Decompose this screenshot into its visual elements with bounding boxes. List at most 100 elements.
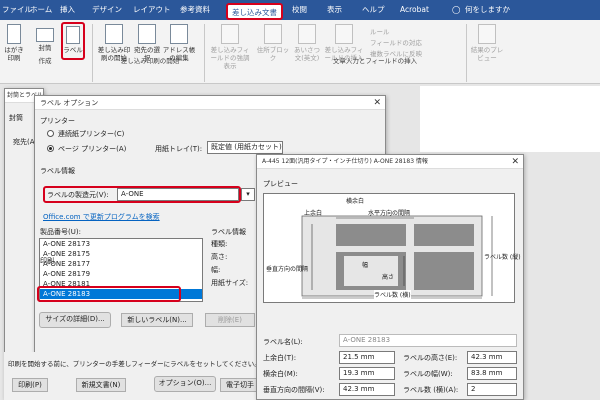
label-info-section: ラベル情報: [40, 167, 75, 175]
ribbon-tab-bar: ファイル ホーム 挿入 デザイン レイアウト 参考資料 差し込み文書 校閲 表示…: [0, 0, 600, 20]
label-name-label: ラベル名(L):: [263, 338, 303, 346]
postcard-icon: [7, 24, 21, 44]
close-icon[interactable]: ✕: [373, 96, 381, 110]
preview-results-label: 結果のプレビュー: [470, 46, 504, 62]
envelopes-dialog-footer: 印刷を開始する前に、プリンターの手差しフィーダーにラベルをセットしてください。 …: [4, 352, 261, 400]
print-button[interactable]: 印刷(P): [12, 378, 48, 392]
printer-section-label: プリンター: [40, 117, 75, 125]
tab-file[interactable]: ファイル: [2, 0, 32, 20]
match-fields-button[interactable]: フィールドの対応: [370, 37, 422, 47]
label-width-label: ラベルの幅(W):: [403, 370, 453, 378]
width-label: 幅:: [211, 266, 221, 274]
document-page: [420, 86, 600, 152]
selected-product-highlight: [37, 286, 181, 302]
new-label-button[interactable]: 新しいラベル(N)...: [121, 313, 193, 327]
diagram-top-margin: 上余白: [304, 210, 323, 217]
tab-design[interactable]: デザイン: [92, 0, 122, 20]
tab-insert[interactable]: 挿入: [60, 0, 75, 20]
labels-across-input[interactable]: 2: [467, 383, 517, 396]
delete-button[interactable]: 削除(E): [205, 313, 255, 327]
envelope-label: 封筒: [38, 44, 52, 52]
preview-label: プレビュー: [263, 180, 298, 188]
chevron-down-icon[interactable]: ▾: [241, 188, 255, 201]
group-separator: [92, 24, 93, 82]
tab-mailings[interactable]: 差し込み文書: [226, 3, 283, 20]
label-details-title: A-445 12面(汎用タイプ・インチ仕切り) A-ONE 28183 情報: [257, 155, 523, 169]
diagram-height: 高さ: [382, 274, 395, 281]
side-margin-label: 横余白(M):: [263, 370, 298, 378]
footer-note: 印刷を開始する前に、プリンターの手差しフィーダーにラベルをセットしてください。: [8, 360, 261, 368]
rules-button[interactable]: ルール: [370, 26, 390, 36]
tell-me-search[interactable]: 何をしますか: [465, 0, 510, 20]
group-separator: [204, 24, 205, 82]
group-start-label: 差し込み印刷の開始: [120, 57, 180, 65]
recipients-icon: [138, 24, 156, 44]
group-create-label: 作成: [38, 57, 52, 65]
tray-select[interactable]: 既定値 (用紙カセット): [207, 141, 283, 154]
diagram-width: 幅: [362, 262, 369, 269]
update-link[interactable]: Office.com で更新プログラムを検索: [43, 212, 160, 222]
tab-view[interactable]: 表示: [327, 0, 342, 20]
list-item[interactable]: A-ONE 28173: [40, 239, 202, 249]
highlight-fields-button[interactable]: 差し込みフィールドの強調表示: [208, 24, 252, 70]
vertical-pitch-input[interactable]: 42.3 mm: [339, 383, 395, 396]
address-block-icon: [264, 24, 282, 44]
list-item[interactable]: A-ONE 28177: [40, 259, 202, 269]
label-width-input[interactable]: 83.8 mm: [467, 367, 517, 380]
tab-references[interactable]: 参考資料: [180, 0, 210, 20]
group-separator: [466, 24, 467, 82]
labels-label: ラベル: [63, 46, 83, 54]
vendor-label: ラベルの製造元(V):: [47, 191, 109, 199]
highlight-fields-label: 差し込みフィールドの強調表示: [210, 46, 250, 70]
vendor-select[interactable]: A-ONE: [117, 188, 239, 201]
tab-help[interactable]: ヘルプ: [362, 0, 385, 20]
epostage-button[interactable]: 電子切手: [220, 378, 260, 392]
address-book-icon: [170, 24, 188, 44]
lightbulb-icon: ◯: [452, 5, 461, 14]
address-block-label: 住所ブロック: [256, 46, 290, 62]
continuous-printer-radio[interactable]: [47, 130, 54, 137]
diagram-side-margin: 横余白: [346, 198, 365, 205]
product-number-label: 製品番号(U):: [40, 228, 81, 236]
right-info-title: ラベル情報: [211, 228, 246, 236]
label-preview-panel: 横余白 上余白 水平方向の間隔 垂直方向の間隔 幅 高さ ラベル数 (縦) ラベ…: [263, 193, 521, 303]
greeting-icon: [298, 24, 316, 44]
preview-icon: [478, 24, 496, 44]
side-margin-input[interactable]: 19.3 mm: [339, 367, 395, 380]
envelope-button[interactable]: 封筒: [34, 24, 56, 52]
label-name-input[interactable]: A-ONE 28183: [339, 334, 517, 347]
close-icon[interactable]: ✕: [511, 155, 519, 169]
details-button[interactable]: サイズの詳細(D)...: [39, 312, 111, 328]
new-document-button[interactable]: 新規文書(N): [76, 378, 126, 392]
diagram-cols: ラベル数 (横): [374, 290, 411, 299]
diagram-horizontal-pitch: 水平方向の間隔: [368, 210, 411, 217]
print-section-label: 印刷: [40, 257, 54, 265]
tab-review[interactable]: 校閲: [292, 0, 307, 20]
top-margin-label: 上余白(T):: [263, 354, 297, 362]
label-height-input[interactable]: 42.3 mm: [467, 351, 517, 364]
address-block-button[interactable]: 住所ブロック: [256, 24, 290, 62]
list-item[interactable]: A-ONE 28175: [40, 249, 202, 259]
height-label: 高さ:: [211, 253, 228, 261]
type-label: 種類:: [211, 240, 228, 248]
insert-field-icon: [335, 24, 353, 44]
tab-acrobat[interactable]: Acrobat: [400, 0, 429, 20]
paper-size-label: 用紙サイズ:: [211, 279, 249, 287]
label-height-label: ラベルの高さ(E):: [403, 354, 458, 362]
tray-label: 用紙トレイ(T):: [155, 145, 203, 153]
tab-home[interactable]: ホーム: [30, 0, 52, 20]
page-printer-radio[interactable]: [47, 145, 54, 152]
mail-merge-icon: [105, 24, 123, 44]
preview-results-button[interactable]: 結果のプレビュー: [470, 24, 504, 62]
highlight-fields-icon: [221, 24, 239, 44]
label-options-title: ラベル オプション: [35, 96, 385, 110]
envelope-tab[interactable]: 封筒: [9, 113, 23, 123]
options-button[interactable]: オプション(O)...: [154, 376, 216, 392]
top-margin-input[interactable]: 21.5 mm: [339, 351, 395, 364]
tab-layout[interactable]: レイアウト: [133, 0, 171, 20]
continuous-printer-label: 連続紙プリンター(C): [58, 130, 125, 138]
group-fields-label: 文章入力とフィールドの挿入: [332, 57, 418, 65]
labels-icon: [66, 26, 80, 44]
diagram-vertical-pitch: 垂直方向の間隔: [266, 266, 309, 273]
list-item[interactable]: A-ONE 28179: [40, 269, 202, 279]
